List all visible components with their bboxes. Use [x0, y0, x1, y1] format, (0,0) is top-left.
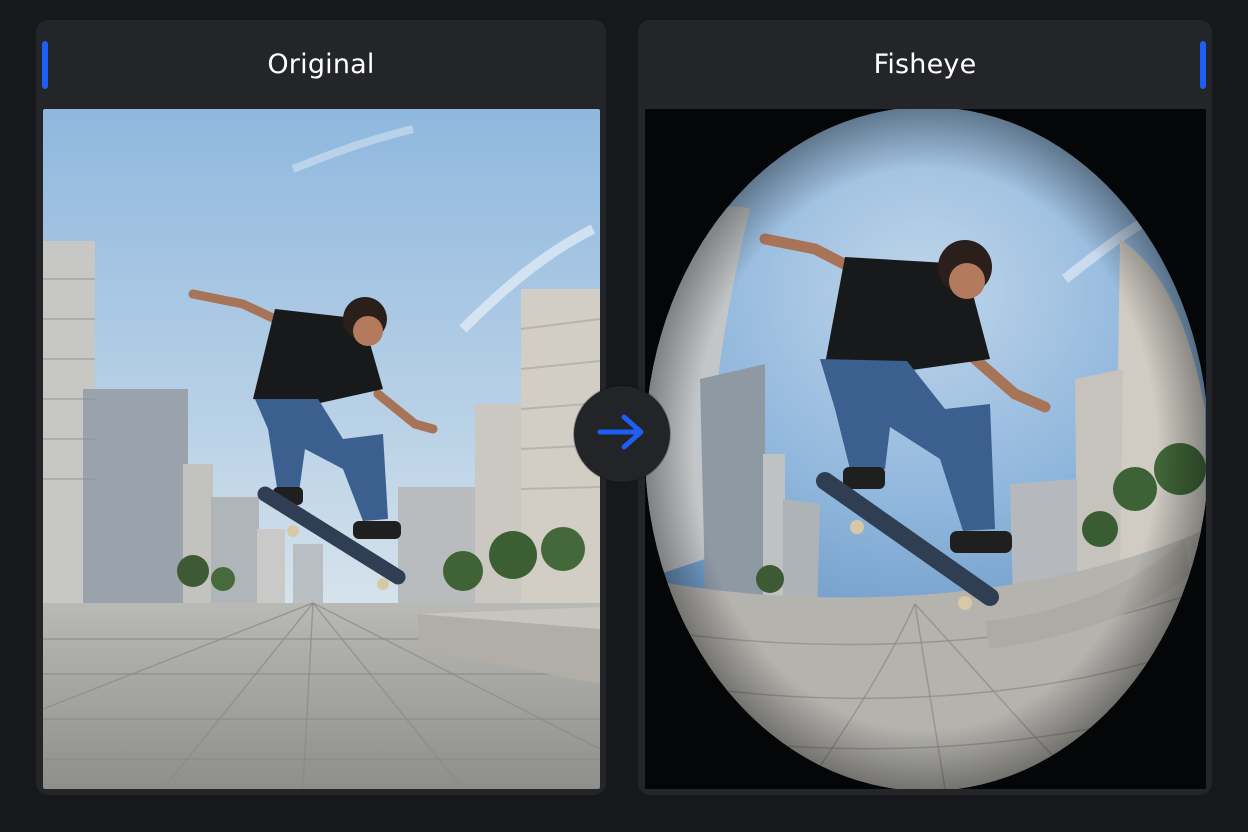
fisheye-image[interactable]	[645, 109, 1206, 789]
convert-arrow-button[interactable]	[574, 386, 670, 482]
original-panel-header: Original	[36, 20, 606, 108]
original-panel-title: Original	[267, 48, 375, 80]
original-photo	[43, 109, 600, 789]
original-panel: Original	[36, 20, 606, 795]
original-accent-bar	[42, 41, 48, 89]
fisheye-panel: Fisheye	[638, 20, 1212, 795]
fisheye-panel-title: Fisheye	[873, 48, 977, 80]
fisheye-panel-header: Fisheye	[638, 20, 1212, 108]
original-image[interactable]	[43, 109, 600, 789]
fisheye-photo	[645, 109, 1206, 789]
arrow-right-icon	[596, 412, 648, 456]
fisheye-accent-bar	[1200, 41, 1206, 89]
